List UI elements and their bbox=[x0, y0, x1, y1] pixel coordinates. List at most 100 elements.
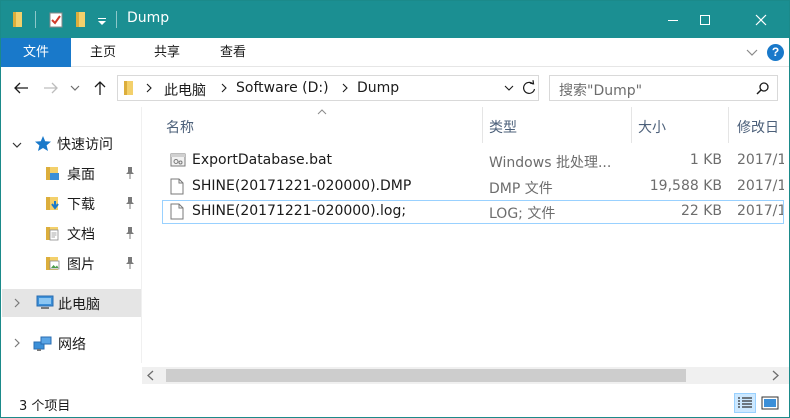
breadcrumb-dump[interactable]: Dump bbox=[357, 80, 399, 96]
up-arrow-icon bbox=[94, 81, 106, 95]
maximize-button[interactable] bbox=[682, 1, 728, 38]
pin-icon[interactable] bbox=[124, 226, 136, 244]
back-button[interactable] bbox=[12, 79, 30, 97]
recent-locations-button[interactable] bbox=[66, 79, 84, 97]
scroll-right-icon[interactable] bbox=[770, 370, 780, 385]
documents-folder-icon bbox=[45, 225, 61, 245]
pictures-folder-icon bbox=[45, 255, 61, 275]
address-bar[interactable]: 此电脑 Software (D:) Dump bbox=[117, 75, 539, 101]
nav-label: 快速访问 bbox=[57, 137, 113, 153]
large-icons-view-button[interactable] bbox=[759, 393, 781, 413]
nav-quick-access[interactable]: 快速访问 bbox=[2, 129, 141, 157]
file-size: 1 KB bbox=[689, 152, 722, 168]
maximize-icon bbox=[700, 14, 710, 25]
nav-desktop[interactable]: 桌面 bbox=[2, 159, 141, 187]
expand-ribbon-icon[interactable] bbox=[745, 45, 759, 63]
chevron-right-icon[interactable] bbox=[13, 337, 21, 352]
file-name: SHINE(20171221-020000).DMP bbox=[192, 178, 412, 194]
details-view-icon bbox=[738, 397, 752, 408]
column-header-size[interactable]: 大小 bbox=[632, 107, 728, 143]
new-folder-icon[interactable] bbox=[75, 11, 89, 32]
large-icons-view-icon bbox=[761, 396, 779, 410]
title-separator bbox=[116, 11, 117, 28]
tab-file[interactable]: 文件 bbox=[1, 38, 71, 67]
nav-downloads[interactable]: 下载 bbox=[2, 189, 141, 217]
refresh-icon[interactable] bbox=[521, 79, 537, 101]
search-icon[interactable] bbox=[756, 81, 770, 99]
column-header-modified[interactable]: 修改日 bbox=[729, 107, 789, 143]
file-name: ExportDatabase.bat bbox=[192, 152, 333, 168]
nav-label: 此电脑 bbox=[58, 297, 100, 313]
file-icon bbox=[170, 203, 184, 224]
nav-this-pc[interactable]: 此电脑 bbox=[2, 289, 141, 317]
breadcrumb-drive[interactable]: Software (D:) bbox=[236, 80, 329, 96]
file-type: LOG; 文件 bbox=[489, 206, 556, 222]
address-dropdown-icon[interactable] bbox=[503, 80, 515, 100]
column-label: 名称 bbox=[166, 120, 194, 136]
pin-icon[interactable] bbox=[124, 256, 136, 274]
ribbon-tabs: 文件 主页 共享 查看 ? bbox=[1, 38, 789, 67]
file-type: DMP 文件 bbox=[489, 181, 553, 197]
chevron-right-icon[interactable] bbox=[13, 297, 21, 312]
up-button[interactable] bbox=[91, 79, 109, 97]
scrollbar-thumb[interactable] bbox=[166, 369, 686, 382]
nav-label: 图片 bbox=[67, 257, 95, 273]
batch-file-icon bbox=[170, 152, 186, 172]
chevron-right-icon[interactable] bbox=[146, 82, 152, 97]
properties-icon[interactable] bbox=[49, 11, 63, 32]
chevron-right-icon[interactable] bbox=[342, 82, 348, 97]
scroll-left-icon[interactable] bbox=[146, 370, 156, 385]
item-count: 3 个项目 bbox=[19, 399, 71, 414]
downloads-folder-icon bbox=[45, 195, 61, 215]
pin-icon[interactable] bbox=[124, 166, 136, 184]
nav-pictures[interactable]: 图片 bbox=[2, 249, 141, 277]
column-header-type[interactable]: 类型 bbox=[483, 107, 631, 143]
window-title: Dump bbox=[127, 10, 170, 26]
folder-icon bbox=[123, 80, 135, 100]
back-arrow-icon bbox=[14, 82, 28, 94]
folder-icon bbox=[12, 11, 26, 32]
network-icon bbox=[33, 335, 53, 356]
title-bar: Dump bbox=[1, 1, 789, 38]
details-view-button[interactable] bbox=[734, 393, 756, 413]
chevron-down-icon[interactable] bbox=[12, 138, 22, 153]
forward-button[interactable] bbox=[42, 79, 60, 97]
nav-documents[interactable]: 文档 bbox=[2, 219, 141, 247]
explorer-window: Dump 文件 主页 共享 查看 ? 此电脑 Software (D:) Dum… bbox=[0, 0, 790, 418]
customize-toolbar-icon[interactable] bbox=[97, 15, 107, 30]
tab-share[interactable]: 共享 bbox=[141, 38, 193, 67]
nav-label: 文档 bbox=[67, 227, 95, 243]
nav-label: 桌面 bbox=[67, 167, 95, 183]
table-row[interactable]: SHINE(20171221-020000).DMP DMP 文件 19,588… bbox=[162, 175, 784, 199]
column-label: 类型 bbox=[489, 120, 517, 136]
search-input[interactable]: 搜索"Dump" bbox=[559, 80, 642, 100]
horizontal-scrollbar[interactable] bbox=[142, 367, 789, 384]
star-icon bbox=[34, 135, 52, 156]
table-row[interactable]: ExportDatabase.bat Windows 批处理... 1 KB 2… bbox=[162, 149, 784, 173]
file-icon bbox=[170, 178, 184, 199]
breadcrumb-this-pc[interactable]: 此电脑 bbox=[164, 80, 206, 100]
computer-icon bbox=[35, 295, 55, 315]
file-name: SHINE(20171221-020000).log; bbox=[192, 203, 407, 219]
nav-label: 网络 bbox=[58, 337, 86, 353]
file-list: 名称 类型 大小 修改日 ExportDatabase.bat Windows … bbox=[142, 107, 789, 363]
chevron-down-icon bbox=[70, 85, 80, 91]
tab-home[interactable]: 主页 bbox=[77, 38, 129, 67]
close-icon bbox=[755, 14, 767, 25]
tab-view[interactable]: 查看 bbox=[207, 38, 259, 67]
search-box[interactable]: 搜索"Dump" bbox=[549, 75, 778, 101]
file-size: 22 KB bbox=[680, 203, 722, 219]
help-icon[interactable]: ? bbox=[767, 44, 784, 61]
column-header-name[interactable]: 名称 bbox=[158, 107, 482, 143]
close-button[interactable] bbox=[738, 1, 784, 38]
file-type: Windows 批处理... bbox=[489, 155, 612, 171]
minimize-icon bbox=[668, 19, 678, 21]
nav-network[interactable]: 网络 bbox=[2, 329, 141, 357]
title-separator bbox=[35, 11, 36, 28]
table-row[interactable]: SHINE(20171221-020000).log; LOG; 文件 22 K… bbox=[162, 200, 784, 224]
chevron-right-icon[interactable] bbox=[221, 82, 227, 97]
file-modified: 2017/1 bbox=[737, 152, 784, 168]
column-label: 修改日 bbox=[737, 120, 779, 136]
pin-icon[interactable] bbox=[124, 196, 136, 214]
status-bar: 3 个项目 bbox=[1, 387, 789, 417]
